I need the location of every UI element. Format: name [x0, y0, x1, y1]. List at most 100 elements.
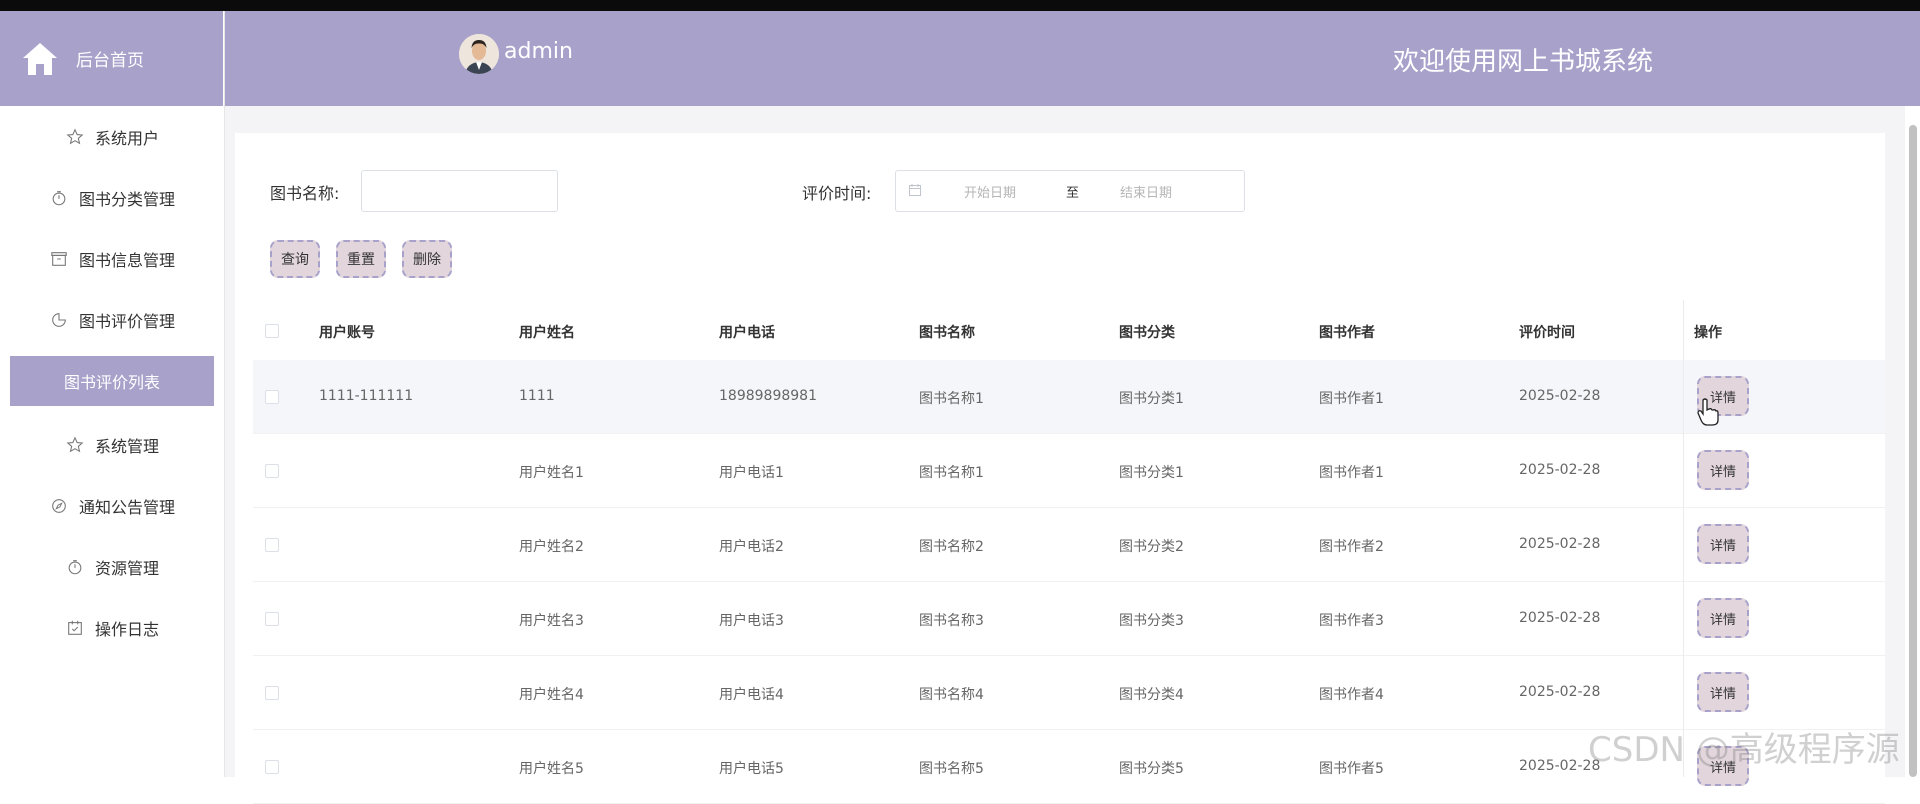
row-checkbox[interactable] [265, 464, 279, 478]
table-cell: 2025-02-28 [1519, 610, 1601, 626]
table-cell: 2025-02-28 [1519, 462, 1601, 478]
eval-time-label: 评价时间: [802, 184, 872, 203]
sidebar-item-label: 系统管理 [94, 436, 159, 456]
box-icon [49, 249, 69, 269]
table-cell: 图书名称1 [919, 465, 984, 481]
table-row[interactable]: 用户姓名2 用户电话2 图书名称2 图书分类2 图书作者2 2025-02-28 详情 [253, 508, 1885, 582]
table-cell: 图书名称3 [919, 613, 984, 629]
star-icon [65, 435, 85, 455]
table-cell: 用户电话5 [719, 761, 784, 777]
row-checkbox[interactable] [265, 612, 279, 626]
book-name-input[interactable] [361, 170, 558, 212]
table-header: 用户账号 用户姓名 用户电话 图书名称 图书分类 图书作者 评价时间 操作 [253, 300, 1885, 360]
table-cell: 图书作者3 [1319, 613, 1384, 629]
table-row[interactable]: 用户姓名1 用户电话1 图书名称1 图书分类1 图书作者1 2025-02-28 详情 [253, 434, 1885, 508]
table-row[interactable]: 用户姓名3 用户电话3 图书名称3 图书分类3 图书作者3 2025-02-28 详情 [253, 582, 1885, 656]
row-checkbox[interactable] [265, 390, 279, 404]
sidebar-item-system-users[interactable]: 系统用户 [0, 106, 224, 167]
start-date-input[interactable]: 开始日期 [964, 182, 1054, 201]
sidebar-item-label: 图书评价列表 [63, 373, 160, 392]
sidebar: 后台首页 系统用户 图书分类管理 图书信息管理 图书评价管理 图书评价列表 系统… [0, 11, 225, 777]
table-cell: 图书分类2 [1119, 539, 1184, 555]
calendar-icon [908, 183, 924, 199]
scrollbar-thumb[interactable] [1909, 125, 1917, 777]
select-all-checkbox[interactable] [265, 324, 279, 338]
table-cell: 2025-02-28 [1519, 684, 1601, 700]
sidebar-menu: 系统用户 图书分类管理 图书信息管理 图书评价管理 图书评价列表 系统管理 通知… [0, 106, 224, 658]
column-header: 用户电话 [719, 325, 775, 341]
table-cell: 图书名称5 [919, 761, 984, 777]
table-cell: 图书作者2 [1319, 539, 1384, 555]
sidebar-item-resource[interactable]: 资源管理 [0, 536, 224, 597]
sidebar-item-system-manage[interactable]: 系统管理 [0, 414, 224, 475]
table-cell: 用户姓名1 [519, 465, 584, 481]
sidebar-item-review-list[interactable]: 图书评价列表 [10, 356, 214, 406]
sidebar-item-label: 图书信息管理 [78, 250, 175, 270]
hand-cursor-icon [1697, 398, 1719, 426]
column-header: 评价时间 [1519, 325, 1575, 341]
sidebar-item-notice[interactable]: 通知公告管理 [0, 475, 224, 536]
detail-button[interactable]: 详情 [1697, 450, 1749, 490]
row-checkbox[interactable] [265, 760, 279, 774]
sidebar-item-label: 系统用户 [94, 128, 159, 148]
table-cell: 图书名称4 [919, 687, 984, 703]
sidebar-home[interactable]: 后台首页 [0, 11, 224, 106]
table-cell: 用户姓名2 [519, 539, 584, 555]
sidebar-item-label: 图书分类管理 [78, 189, 175, 209]
sidebar-item-book-category[interactable]: 图书分类管理 [0, 167, 224, 228]
table-cell: 2025-02-28 [1519, 388, 1601, 404]
sidebar-item-operation-log[interactable]: 操作日志 [0, 597, 224, 658]
detail-button[interactable]: 详情 [1697, 524, 1749, 564]
table-cell: 2025-02-28 [1519, 536, 1601, 552]
column-header: 图书名称 [919, 325, 975, 341]
sidebar-item-label: 通知公告管理 [78, 497, 175, 517]
delete-button[interactable]: 删除 [402, 240, 452, 278]
end-date-input[interactable]: 结束日期 [1120, 182, 1172, 201]
sidebar-item-book-info[interactable]: 图书信息管理 [0, 228, 224, 289]
calendar-check-icon [65, 618, 85, 638]
avatar[interactable] [459, 34, 499, 74]
detail-button[interactable]: 详情 [1697, 598, 1749, 638]
reset-button[interactable]: 重置 [336, 240, 386, 278]
timer-icon [49, 188, 69, 208]
table-cell: 图书作者1 [1319, 391, 1384, 407]
sidebar-item-label: 资源管理 [94, 558, 159, 578]
pie-icon [49, 310, 69, 330]
table-cell: 用户电话3 [719, 613, 784, 629]
table-cell: 用户姓名5 [519, 761, 584, 777]
range-separator: 至 [1066, 185, 1080, 201]
row-checkbox[interactable] [265, 538, 279, 552]
table-cell: 图书分类3 [1119, 613, 1184, 629]
table-row[interactable]: 用户姓名4 用户电话4 图书名称4 图书分类4 图书作者4 2025-02-28 详情 [253, 656, 1885, 730]
sidebar-item-book-review[interactable]: 图书评价管理 [0, 289, 224, 350]
table-cell: 1111-111111 [319, 388, 414, 404]
column-header: 图书分类 [1119, 325, 1175, 341]
row-checkbox[interactable] [265, 686, 279, 700]
column-header: 图书作者 [1319, 325, 1375, 341]
table-cell: 图书作者1 [1319, 465, 1384, 481]
query-button[interactable]: 查询 [270, 240, 320, 278]
date-range-picker[interactable]: 开始日期 至 结束日期 [895, 170, 1245, 212]
welcome-title: 欢迎使用网上书城系统 [1393, 47, 1654, 77]
home-icon [20, 39, 60, 79]
sidebar-item-label: 操作日志 [94, 619, 159, 639]
table-cell: 图书作者5 [1319, 761, 1384, 777]
star-icon [65, 127, 85, 147]
column-header: 操作 [1694, 325, 1722, 341]
table-cell: 图书分类1 [1119, 391, 1184, 407]
book-name-label: 图书名称: [270, 184, 340, 203]
table-cell: 18989898981 [719, 388, 817, 404]
table-row[interactable]: 1111-111111 1111 18989898981 图书名称1 图书分类1 图书作者… [253, 360, 1885, 434]
detail-button[interactable]: 详情 [1697, 672, 1749, 712]
window-top-bar [0, 0, 1920, 11]
table-cell: 用户姓名3 [519, 613, 584, 629]
column-header: 用户姓名 [519, 325, 575, 341]
table-cell: 用户姓名4 [519, 687, 584, 703]
table-cell: 图书名称2 [919, 539, 984, 555]
top-header: admin 欢迎使用网上书城系统 [225, 11, 1920, 106]
watermark: CSDN @高级程序源 [1588, 730, 1900, 770]
compass-icon [49, 496, 69, 516]
table-cell: 用户电话4 [719, 687, 784, 703]
table-cell: 1111 [519, 388, 555, 404]
username: admin [504, 39, 573, 64]
